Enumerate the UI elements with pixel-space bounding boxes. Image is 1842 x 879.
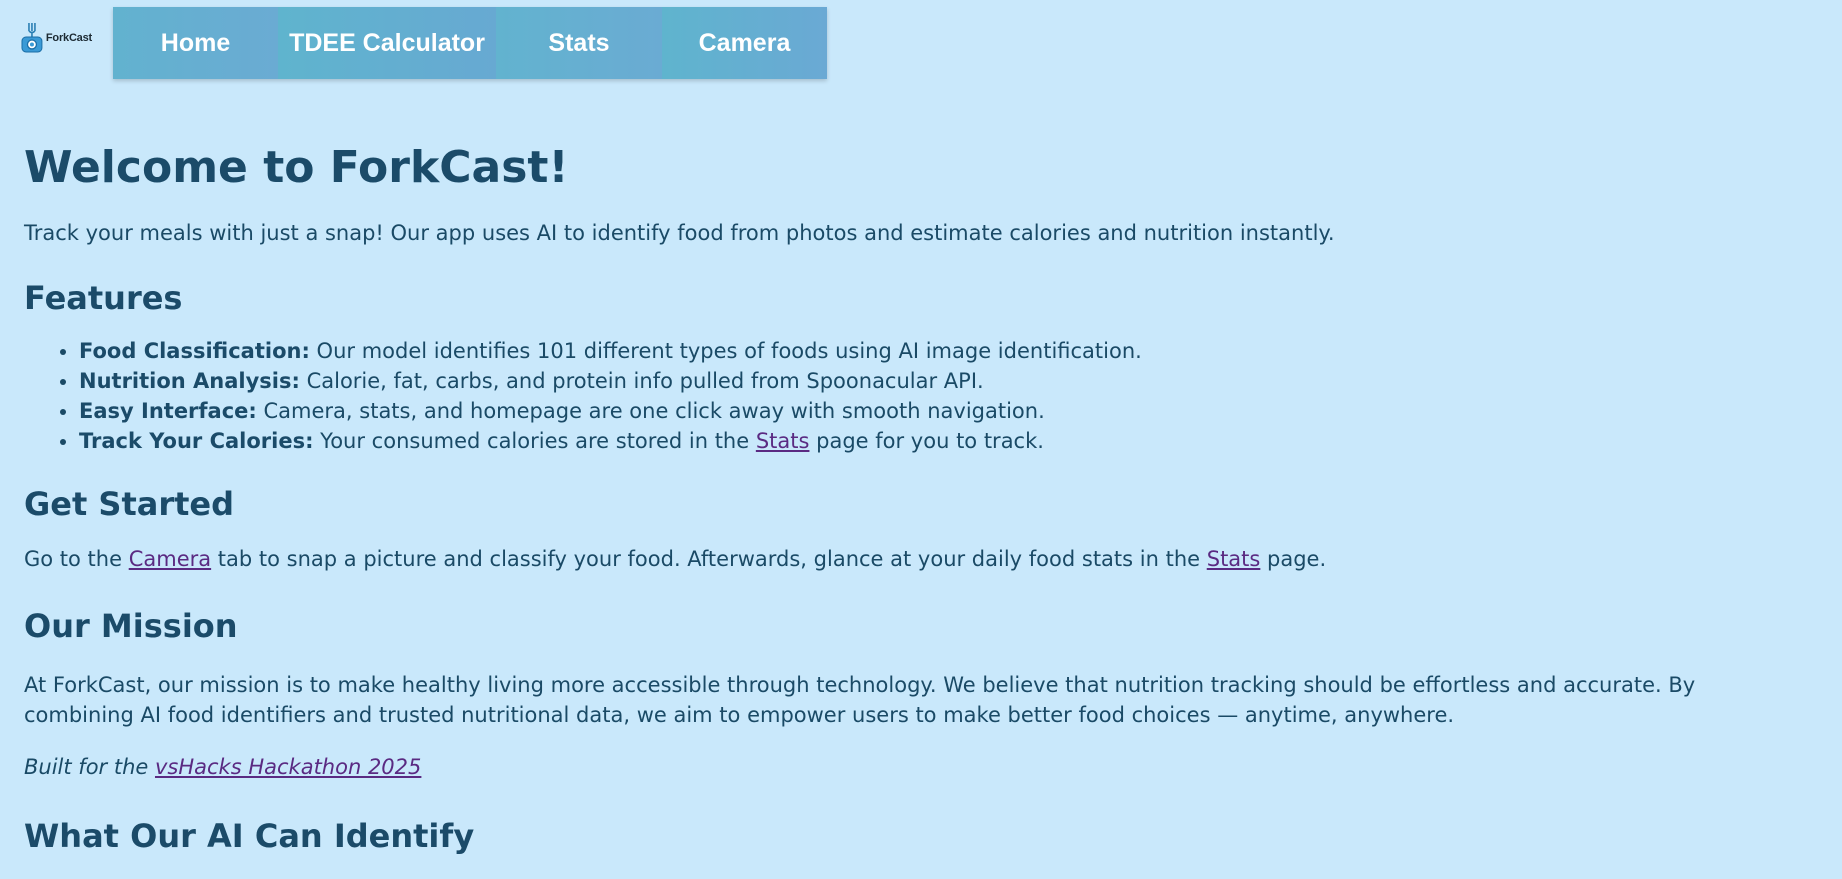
feature-item: Nutrition Analysis: Calorie, fat, carbs,… bbox=[79, 366, 1814, 396]
ai-identify-heading: What Our AI Can Identify bbox=[24, 817, 475, 855]
feature-text: page for you to track. bbox=[809, 429, 1044, 453]
feature-item: Easy Interface: Camera, stats, and homep… bbox=[79, 396, 1814, 426]
get-started-heading: Get Started bbox=[24, 485, 235, 523]
feature-label: Nutrition Analysis: bbox=[79, 369, 300, 393]
feature-label: Food Classification: bbox=[79, 339, 310, 363]
feature-item: Food Classification: Our model identifie… bbox=[79, 336, 1814, 366]
forkcast-logo[interactable]: ForkCast bbox=[20, 20, 92, 56]
get-started-part: tab to snap a picture and classify your … bbox=[211, 547, 1207, 571]
feature-text: Your consumed calories are stored in the bbox=[313, 429, 756, 453]
top-navigation-bar: ForkCast Home TDEE Calculator Stats Came… bbox=[0, 0, 1842, 80]
nav-tdee-calculator[interactable]: TDEE Calculator bbox=[278, 7, 496, 79]
get-started-text: Go to the Camera tab to snap a picture a… bbox=[24, 544, 1814, 574]
main-content: Welcome to ForkCast! Track your meals wi… bbox=[24, 140, 1814, 856]
logo-text: ForkCast bbox=[45, 32, 92, 44]
intro-text: Track your meals with just a snap! Our a… bbox=[24, 221, 1335, 245]
feature-text: Our model identifies 101 different types… bbox=[309, 339, 1142, 363]
mission-text: At ForkCast, our mission is to make heal… bbox=[24, 673, 1696, 727]
features-heading: Features bbox=[24, 279, 183, 317]
feature-text: Calorie, fat, carbs, and protein info pu… bbox=[299, 369, 984, 393]
get-started-part: page. bbox=[1260, 547, 1327, 571]
nav-stats[interactable]: Stats bbox=[496, 7, 662, 79]
feature-item: Track Your Calories: Your consumed calor… bbox=[79, 426, 1814, 456]
main-nav: Home TDEE Calculator Stats Camera bbox=[113, 7, 827, 79]
fork-camera-icon bbox=[21, 23, 43, 53]
page-title: Welcome to ForkCast! bbox=[24, 142, 569, 193]
nav-camera[interactable]: Camera bbox=[662, 7, 827, 79]
feature-label: Track Your Calories: bbox=[79, 429, 314, 453]
feature-text: Camera, stats, and homepage are one clic… bbox=[256, 399, 1045, 423]
nav-home[interactable]: Home bbox=[113, 7, 278, 79]
built-prefix: Built for the bbox=[24, 755, 155, 779]
built-for-text: Built for the vsHacks Hackathon 2025 bbox=[24, 752, 1814, 782]
stats-link[interactable]: Stats bbox=[756, 429, 810, 453]
stats-link[interactable]: Stats bbox=[1207, 547, 1261, 571]
hackathon-link[interactable]: vsHacks Hackathon 2025 bbox=[155, 755, 421, 779]
features-list: Food Classification: Our model identifie… bbox=[24, 336, 1814, 456]
get-started-part: Go to the bbox=[24, 547, 129, 571]
mission-heading: Our Mission bbox=[24, 607, 238, 645]
camera-link[interactable]: Camera bbox=[129, 547, 211, 571]
feature-label: Easy Interface: bbox=[79, 399, 257, 423]
